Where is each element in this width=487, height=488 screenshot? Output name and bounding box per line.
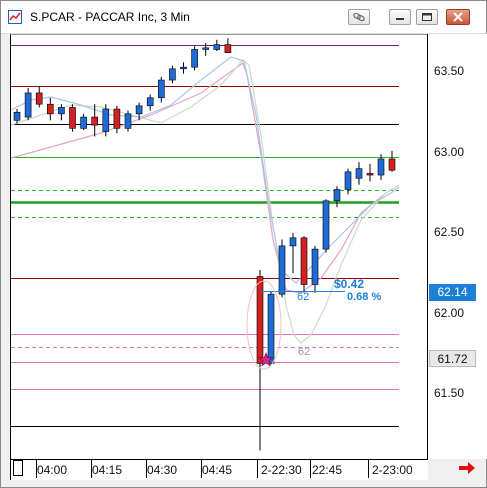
chart-app-icon <box>8 10 22 24</box>
candle-up <box>13 111 21 121</box>
close-button[interactable] <box>446 9 470 25</box>
scroll-handle[interactable] <box>13 460 23 476</box>
candle-up <box>191 49 198 68</box>
marker-price-label: 61.72 <box>429 350 476 367</box>
time-axis[interactable]: 04:00 04:15 04:30 04:45 2-22:30 22:45 2-… <box>10 459 428 480</box>
measure-bar-count: 62 <box>297 291 310 303</box>
candle-down <box>366 173 374 176</box>
candle-up <box>267 293 275 364</box>
chart-window: S.PCAR - PACCAR Inc, 3 Min $0.42 0.68 % … <box>0 0 487 488</box>
link-icon <box>353 12 365 22</box>
measure-amount: $0.42 <box>334 277 365 291</box>
price-tick: 63.50 <box>434 64 465 78</box>
candle-down <box>69 107 76 129</box>
measure-circle <box>246 280 282 370</box>
candle-down <box>91 116 98 126</box>
candle-up <box>333 189 341 202</box>
minimize-icon <box>396 18 404 20</box>
close-icon <box>453 12 463 22</box>
time-tick: 2-22:30 <box>261 463 302 477</box>
candle-up <box>135 105 143 115</box>
candle-up <box>24 92 32 118</box>
link-button[interactable] <box>348 9 370 25</box>
candle-up <box>124 113 132 129</box>
candle-up <box>102 108 110 132</box>
candle-up <box>289 237 297 247</box>
candle-up <box>146 97 154 107</box>
candle-up <box>311 248 319 285</box>
candle-up <box>169 68 176 81</box>
price-tick: 62.50 <box>434 225 465 239</box>
candle-up <box>80 116 87 129</box>
restore-icon <box>422 13 432 21</box>
candle-up <box>158 79 165 99</box>
time-tick: 2-23:00 <box>372 463 413 477</box>
time-separator <box>257 460 258 478</box>
candle-up <box>278 245 286 295</box>
candle-up <box>322 200 330 250</box>
price-chart[interactable] <box>10 34 428 460</box>
candle-down <box>224 44 232 53</box>
time-separator <box>310 460 311 478</box>
candle-up <box>202 47 209 50</box>
candle-up <box>58 107 65 115</box>
price-tick: 63.00 <box>434 145 465 159</box>
time-tick: 22:45 <box>312 463 343 477</box>
candle-down <box>388 158 396 171</box>
ma-slow-line <box>11 62 400 294</box>
candle-up <box>180 66 187 70</box>
current-price-label: 62.14 <box>429 284 476 301</box>
candle-down <box>256 276 264 364</box>
chart-canvas[interactable] <box>11 35 428 460</box>
time-tick: 04:45 <box>202 463 233 477</box>
scroll-right-arrow-icon[interactable] <box>456 459 478 477</box>
title-bar[interactable]: S.PCAR - PACCAR Inc, 3 Min <box>1 1 486 34</box>
measure-bar-count-ghost: 62 <box>298 346 311 358</box>
candle-up <box>213 44 221 50</box>
candle-down <box>46 103 54 115</box>
price-tick: 62.00 <box>434 306 465 320</box>
restore-button[interactable] <box>416 9 438 25</box>
window-title: S.PCAR - PACCAR Inc, 3 Min <box>30 10 190 24</box>
time-separator <box>368 460 369 478</box>
time-tick: 04:00 <box>37 463 68 477</box>
candle-down <box>113 108 121 129</box>
price-tick: 61.50 <box>434 386 465 400</box>
time-tick: 04:15 <box>92 463 123 477</box>
measure-percent: 0.68 % <box>347 291 382 303</box>
time-tick: 04:30 <box>147 463 178 477</box>
candle-up <box>344 171 352 190</box>
price-axis[interactable]: 63.50 63.00 62.50 62.00 61.50 62.14 61.7… <box>427 34 487 459</box>
candle-up <box>355 168 363 179</box>
candle-down <box>300 237 308 285</box>
minimize-button[interactable] <box>389 9 411 25</box>
candle-up <box>377 158 385 176</box>
ma-fast-line <box>11 56 400 284</box>
candle-down <box>35 92 43 105</box>
